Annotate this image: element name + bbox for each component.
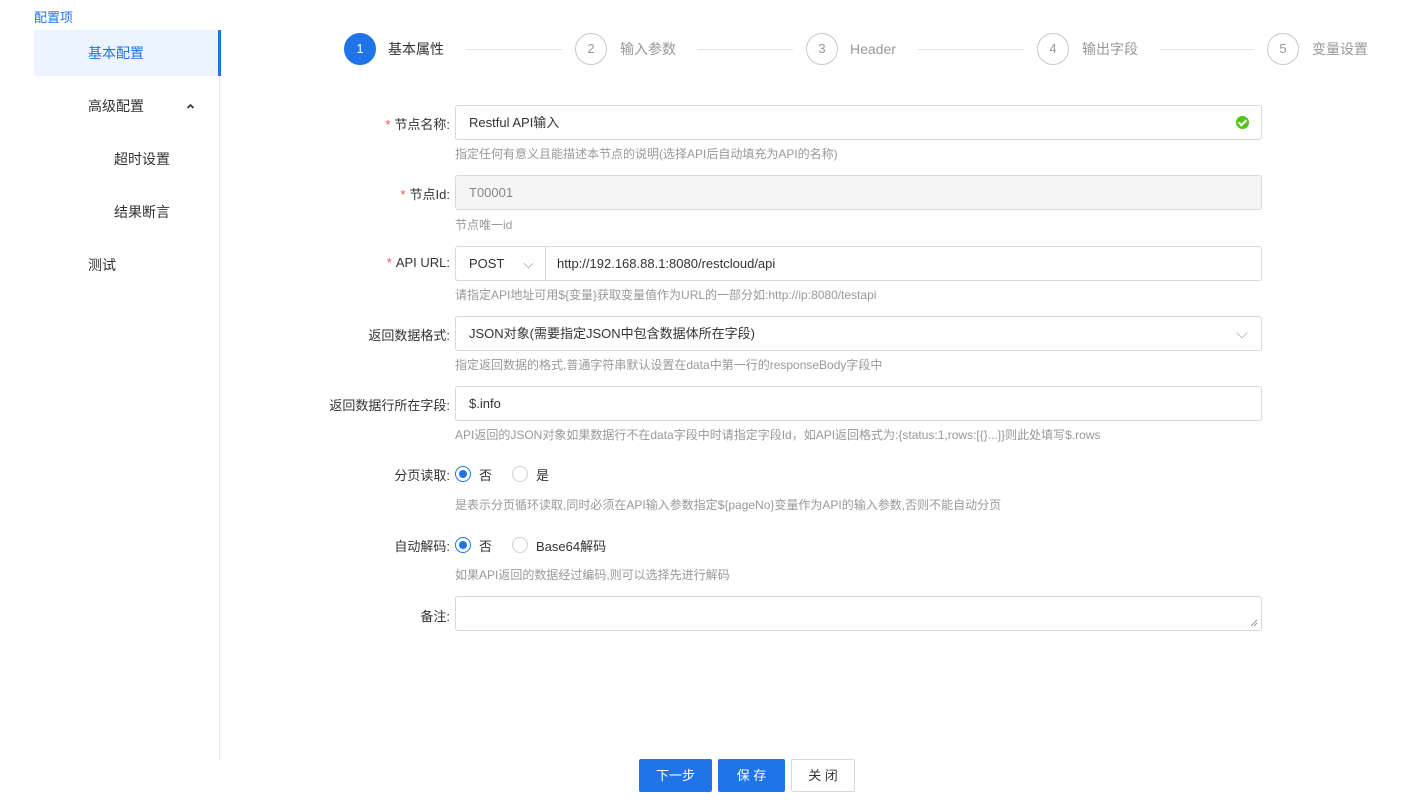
data-field-input[interactable]: $.info bbox=[455, 386, 1262, 421]
sidebar-item-label: 高级配置 bbox=[88, 98, 144, 114]
step-2-label[interactable]: 输入参数 bbox=[620, 33, 676, 65]
decode-radio-no[interactable]: 否 bbox=[455, 536, 492, 555]
return-format-select[interactable]: JSON对象(需要指定JSON中包含数据体所在字段) bbox=[455, 316, 1262, 351]
decode-radio-group: 否 Base64解码 bbox=[455, 535, 626, 555]
sidebar-item-result-assertion[interactable]: 结果断言 bbox=[34, 189, 220, 235]
data-field-hint: API返回的JSON对象如果数据行不在data字段中时请指定字段Id，如API返… bbox=[455, 428, 1101, 442]
api-url-label: * API URL: bbox=[386, 255, 450, 270]
sidebar-item-label: 结果断言 bbox=[114, 204, 170, 220]
step-3-number: 3 bbox=[806, 33, 838, 65]
api-url-input[interactable]: http://192.168.88.1:8080/restcloud/api bbox=[545, 246, 1262, 281]
step-3-label[interactable]: Header bbox=[850, 33, 896, 65]
step-4-number: 4 bbox=[1037, 33, 1069, 65]
step-5-number: 5 bbox=[1267, 33, 1299, 65]
chevron-down-icon bbox=[1236, 327, 1248, 339]
sidebar-item-advanced-config[interactable]: 高级配置 bbox=[34, 83, 220, 129]
node-name-hint: 指定任何有意义且能描述本节点的说明(选择API后自动填充为API的名称) bbox=[455, 147, 838, 161]
radio-unchecked-icon bbox=[512, 466, 529, 482]
radio-checked-icon bbox=[455, 537, 471, 553]
api-url-hint: 请指定API地址可用${变量}获取变量值作为URL的一部分如:http://ip… bbox=[455, 288, 877, 302]
paging-radio-yes[interactable]: 是 bbox=[512, 465, 549, 484]
method-select[interactable]: POST bbox=[455, 246, 546, 281]
radio-checked-icon bbox=[455, 466, 471, 482]
remark-textarea[interactable] bbox=[455, 596, 1262, 631]
check-circle-icon bbox=[1236, 116, 1249, 129]
decode-radio-base64[interactable]: Base64解码 bbox=[512, 536, 606, 555]
save-button[interactable]: 保 存 bbox=[718, 759, 785, 792]
radio-unchecked-icon bbox=[512, 537, 529, 553]
node-id-hint: 节点唯一id bbox=[455, 218, 513, 232]
node-id-input: T00001 bbox=[455, 175, 1262, 210]
return-format-hint: 指定返回数据的格式,普通字符串默认设置在data中第一行的responseBod… bbox=[455, 358, 883, 372]
step-1-number: 1 bbox=[344, 33, 376, 65]
sidebar-title: 配置项 bbox=[34, 10, 74, 25]
step-1-label[interactable]: 基本属性 bbox=[388, 33, 444, 65]
step-4-label[interactable]: 输出字段 bbox=[1082, 33, 1138, 65]
chevron-down-icon bbox=[523, 258, 534, 269]
step-5-label[interactable]: 变量设置 bbox=[1312, 33, 1368, 65]
step-connector bbox=[466, 49, 562, 50]
paging-label: 分页读取: bbox=[394, 468, 450, 483]
node-name-input[interactable]: Restful API输入 bbox=[455, 105, 1262, 140]
step-connector bbox=[1160, 49, 1254, 50]
paging-radio-group: 否 是 bbox=[455, 464, 569, 484]
return-format-label: 返回数据格式: bbox=[368, 328, 450, 343]
decode-label: 自动解码: bbox=[394, 539, 450, 554]
sidebar-item-timeout-settings[interactable]: 超时设置 bbox=[34, 136, 220, 182]
next-step-button[interactable]: 下一步 bbox=[639, 759, 712, 792]
step-connector bbox=[918, 49, 1024, 50]
step-2-number: 2 bbox=[575, 33, 607, 65]
data-field-label: 返回数据行所在字段: bbox=[329, 398, 450, 413]
node-id-label: * 节点Id: bbox=[400, 187, 450, 202]
sidebar: 基本配置 高级配置 超时设置 结果断言 测试 bbox=[34, 30, 221, 760]
sidebar-item-label: 测试 bbox=[88, 257, 116, 273]
sidebar-item-test[interactable]: 测试 bbox=[34, 242, 220, 288]
resize-handle-icon[interactable] bbox=[1250, 619, 1258, 627]
decode-hint: 如果API返回的数据经过编码,则可以选择先进行解码 bbox=[455, 568, 730, 582]
step-connector bbox=[697, 49, 793, 50]
paging-radio-no[interactable]: 否 bbox=[455, 465, 492, 484]
steps-bar: 1 基本属性 2 输入参数 3 Header 4 输出字段 5 变量设置 bbox=[0, 33, 1428, 67]
paging-hint: 是表示分页循环读取,同时必须在API输入参数指定${pageNo}变量作为API… bbox=[455, 498, 1002, 512]
node-name-label: * 节点名称: bbox=[385, 117, 450, 132]
remark-label: 备注: bbox=[420, 609, 450, 624]
close-button[interactable]: 关 闭 bbox=[791, 759, 855, 792]
sidebar-item-label: 超时设置 bbox=[114, 151, 170, 167]
